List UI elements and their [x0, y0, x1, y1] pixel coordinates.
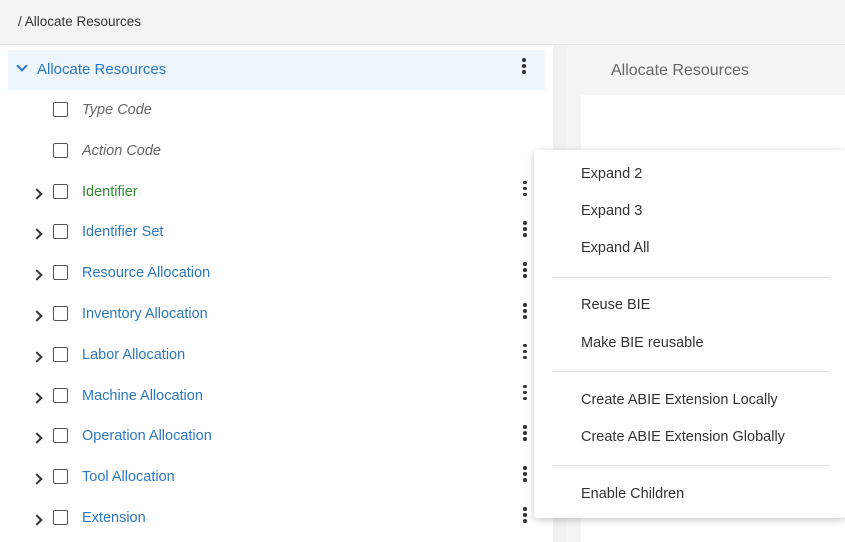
kebab-menu-icon[interactable]: [522, 507, 528, 527]
kebab-menu-icon[interactable]: [522, 425, 528, 445]
kebab-menu-icon[interactable]: [522, 343, 528, 364]
tree-item-label[interactable]: Inventory Allocation: [82, 306, 208, 322]
tree-item-label[interactable]: Operation Allocation: [82, 428, 212, 444]
context-menu-item[interactable]: Expand 2: [581, 166, 642, 182]
tree-item-label[interactable]: Action Code: [82, 143, 161, 159]
context-menu-item[interactable]: Create ABIE Extension Globally: [581, 429, 785, 445]
tree-item[interactable]: Type Code: [0, 91, 553, 131]
tree-root-row[interactable]: Allocate Resources: [8, 50, 545, 90]
tree-item-label[interactable]: Extension: [82, 510, 146, 526]
tree-item-label[interactable]: Labor Allocation: [82, 347, 185, 363]
kebab-menu-icon[interactable]: [522, 303, 528, 323]
kebab-menu-icon[interactable]: [521, 58, 527, 78]
tree-item-checkbox[interactable]: [53, 306, 68, 321]
breadcrumb-bar: / Allocate Resources: [0, 0, 845, 45]
tree-item[interactable]: Labor Allocation: [0, 336, 553, 376]
kebab-menu-icon[interactable]: [522, 180, 528, 201]
tree-item-checkbox[interactable]: [53, 183, 68, 199]
context-menu-item[interactable]: Expand 3: [581, 203, 642, 219]
kebab-menu-icon[interactable]: [522, 466, 528, 486]
kebab-menu-icon[interactable]: [522, 221, 528, 241]
menu-divider: [552, 277, 830, 278]
chevron-down-icon[interactable]: [16, 60, 28, 72]
breadcrumb[interactable]: / Allocate Resources: [18, 14, 141, 29]
tree-item-label[interactable]: Type Code: [82, 102, 152, 118]
tree-item[interactable]: Tool Allocation: [0, 458, 553, 498]
chevron-right-icon[interactable]: [31, 269, 43, 281]
context-menu: Expand 2 Expand 3 Expand All Reuse BIE Make …: [534, 150, 845, 518]
tree-item[interactable]: Extension: [0, 499, 553, 539]
tree-item-label[interactable]: Identifier Set: [82, 224, 163, 240]
tree-item[interactable]: Action Code: [0, 132, 553, 172]
kebab-menu-icon[interactable]: [522, 262, 528, 282]
chevron-right-icon[interactable]: [31, 514, 43, 526]
chevron-right-icon[interactable]: [31, 391, 43, 404]
tree-item[interactable]: Inventory Allocation: [0, 295, 553, 335]
chevron-right-icon[interactable]: [31, 310, 43, 322]
context-menu-item[interactable]: Make BIE reusable: [581, 335, 704, 351]
tree-item[interactable]: Resource Allocation: [0, 254, 553, 294]
chevron-right-icon[interactable]: [31, 351, 43, 363]
menu-divider: [552, 371, 830, 372]
tree-item-checkbox[interactable]: [53, 469, 68, 485]
tree-item-checkbox[interactable]: [53, 428, 68, 444]
context-menu-item[interactable]: Expand All: [581, 240, 650, 256]
tree-panel: Allocate Resources Type Code Action Code I…: [0, 45, 553, 542]
detail-title: Allocate Resources: [611, 62, 749, 79]
tree-item-label[interactable]: Tool Allocation: [82, 469, 175, 485]
tree-item-checkbox[interactable]: [53, 265, 68, 281]
tree-item-label[interactable]: Resource Allocation: [82, 265, 210, 281]
tree-item-label[interactable]: Machine Allocation: [82, 388, 203, 404]
tree-root-label[interactable]: Allocate Resources: [37, 61, 166, 78]
context-menu-item[interactable]: Create ABIE Extension Locally: [581, 392, 778, 408]
tree-item-checkbox[interactable]: [53, 387, 68, 403]
tree-item-checkbox[interactable]: [53, 142, 68, 158]
tree-item[interactable]: Identifier Set: [0, 213, 553, 253]
tree-item[interactable]: Identifier: [0, 173, 553, 213]
tree-item-checkbox[interactable]: [53, 510, 68, 525]
tree-item[interactable]: Operation Allocation: [0, 417, 553, 457]
chevron-right-icon[interactable]: [31, 432, 43, 445]
tree-item-label[interactable]: Identifier: [82, 184, 138, 200]
chevron-right-icon[interactable]: [31, 473, 43, 485]
tree-item[interactable]: Machine Allocation: [0, 377, 553, 417]
context-menu-item[interactable]: Enable Children: [581, 486, 684, 502]
chevron-right-icon[interactable]: [31, 187, 43, 200]
tree-item-checkbox[interactable]: [53, 102, 68, 117]
chevron-right-icon[interactable]: [31, 228, 43, 241]
kebab-menu-icon[interactable]: [522, 384, 528, 405]
tree-item-checkbox[interactable]: [53, 346, 68, 362]
menu-divider: [552, 465, 830, 466]
context-menu-item[interactable]: Reuse BIE: [581, 297, 650, 313]
tree-item-checkbox[interactable]: [53, 224, 68, 240]
